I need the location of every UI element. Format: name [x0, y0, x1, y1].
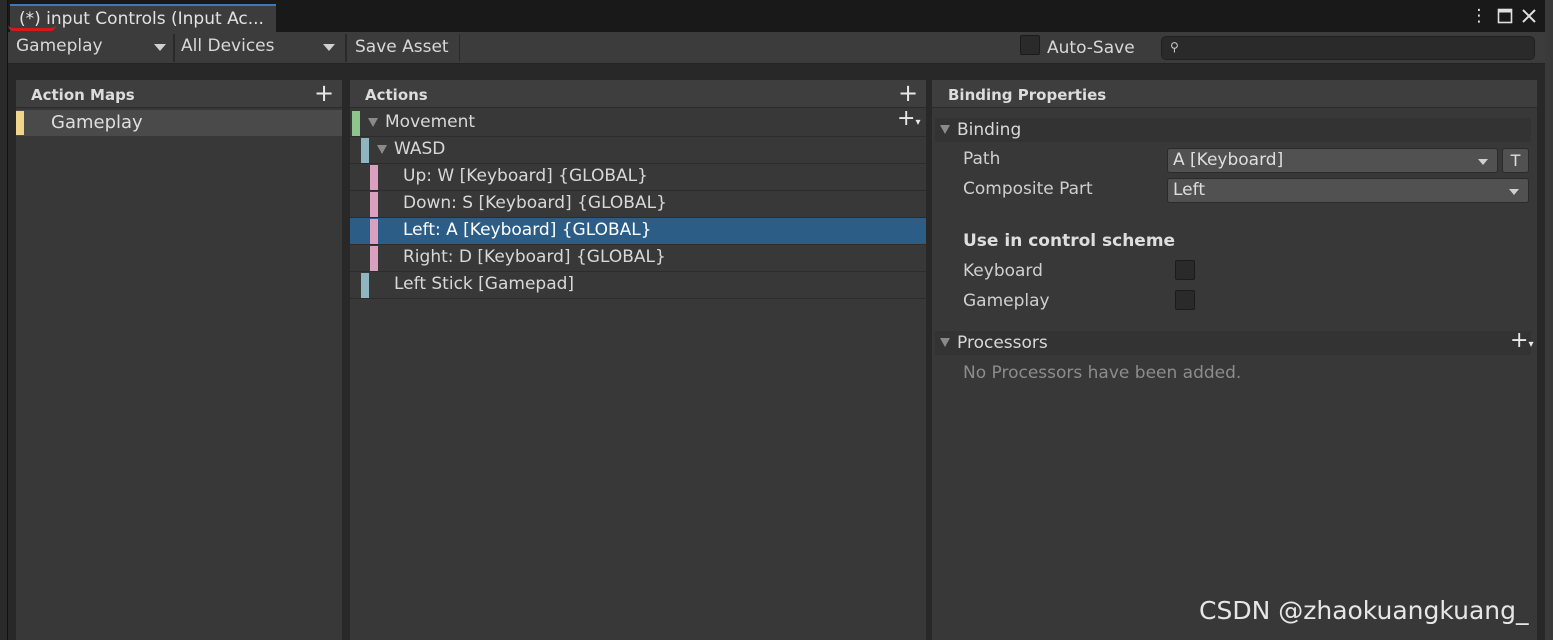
binding-row[interactable]: WASD [350, 137, 926, 164]
row-color-bar [370, 192, 378, 217]
row-color-bar [352, 111, 360, 136]
row-color-bar [370, 219, 378, 244]
action-map-dropdown-value: Gameplay [16, 36, 103, 56]
composite-part-dropdown[interactable]: Left [1167, 178, 1529, 203]
action-maps-panel: Action Maps + Gameplay [16, 80, 342, 640]
auto-save-checkbox[interactable] [1020, 35, 1040, 55]
chevron-down-icon [1509, 189, 1519, 195]
row-color-bar [361, 273, 369, 298]
action-row-label: Left Stick [Gamepad] [394, 274, 575, 294]
device-dropdown[interactable]: All Devices [175, 34, 341, 61]
actions-header: Actions + [350, 80, 926, 108]
row-color-bar [370, 246, 378, 271]
foldout-arrow-icon[interactable] [377, 145, 387, 154]
action-row-label: WASD [394, 139, 446, 159]
foldout-arrow-icon [940, 338, 950, 347]
chevron-down-icon [154, 44, 166, 51]
binding-row[interactable]: Left Stick [Gamepad] [350, 272, 926, 299]
action-map-item[interactable]: Gameplay [16, 110, 342, 136]
search-icon: ⚲ [1170, 40, 1179, 54]
add-processor-icon[interactable]: +▾ [1510, 328, 1533, 353]
path-label: Path [963, 149, 1001, 169]
action-row-label: Left: A [Keyboard] {GLOBAL} [403, 220, 652, 240]
binding-properties-header: Binding Properties [932, 80, 1537, 108]
action-row-label: Down: S [Keyboard] {GLOBAL} [403, 193, 667, 213]
add-action-icon[interactable]: + [898, 80, 918, 106]
action-maps-header: Action Maps + [16, 80, 342, 108]
search-input[interactable]: ⚲ [1161, 36, 1535, 60]
action-row[interactable]: Movement +▾ [350, 106, 926, 137]
scheme-checkbox-gameplay[interactable] [1175, 290, 1195, 310]
composite-part-row[interactable]: Down: S [Keyboard] {GLOBAL} [350, 191, 926, 218]
red-annotation-underline [8, 25, 56, 31]
processors-section-foldout[interactable]: Processors +▾ [935, 328, 1533, 355]
action-maps-title: Action Maps [31, 86, 135, 104]
action-map-color-bar [16, 111, 24, 135]
binding-section-label: Binding [957, 120, 1022, 140]
add-action-map-icon[interactable]: + [314, 80, 334, 106]
binding-section-foldout[interactable]: Binding [935, 118, 1531, 142]
text-mode-toggle-button[interactable]: T [1502, 148, 1529, 173]
composite-part-row[interactable]: Right: D [Keyboard] {GLOBAL} [350, 245, 926, 272]
actions-panel: Actions + Movement +▾ WASD Up: W [Keyboard]… [350, 80, 926, 640]
processors-section-label: Processors [957, 333, 1048, 353]
row-color-bar [370, 165, 378, 190]
input-actions-window: (*) input Controls (Input Ac... ⋮ Gamepl… [8, 0, 1545, 640]
foldout-arrow-icon [940, 125, 950, 134]
path-dropdown[interactable]: A [Keyboard] [1167, 148, 1498, 173]
composite-part-value: Left [1173, 180, 1205, 200]
tab-bar: (*) input Controls (Input Ac... ⋮ [8, 0, 1545, 32]
chevron-down-icon [323, 44, 335, 51]
actions-title: Actions [365, 86, 428, 104]
path-value: A [Keyboard] [1173, 150, 1284, 170]
toolbar-divider [345, 34, 347, 62]
kebab-menu-icon[interactable]: ⋮ [1468, 5, 1490, 27]
close-icon[interactable] [1518, 5, 1540, 27]
binding-properties-title: Binding Properties [948, 86, 1107, 104]
action-map-label: Gameplay [51, 112, 143, 133]
chevron-down-icon [1478, 159, 1488, 165]
scheme-label-keyboard: Keyboard [963, 261, 1043, 281]
right-edge-strip [1545, 0, 1553, 640]
foldout-arrow-icon[interactable] [368, 118, 378, 127]
save-asset-label: Save Asset [355, 37, 449, 57]
csdn-watermark: CSDN @zhaokuangkuang_ [1199, 596, 1529, 625]
add-binding-icon[interactable]: +▾ [897, 106, 920, 131]
control-scheme-title: Use in control scheme [963, 231, 1176, 251]
scheme-checkbox-keyboard[interactable] [1175, 260, 1195, 280]
action-row-label: Up: W [Keyboard] {GLOBAL} [403, 166, 648, 186]
action-map-dropdown[interactable]: Gameplay [10, 34, 172, 61]
processors-empty-message: No Processors have been added. [963, 363, 1242, 383]
action-row-label: Movement [385, 112, 476, 132]
left-edge-strip [0, 0, 8, 640]
scheme-label-gameplay: Gameplay [963, 291, 1050, 311]
composite-part-row[interactable]: Up: W [Keyboard] {GLOBAL} [350, 164, 926, 191]
device-dropdown-value: All Devices [181, 36, 275, 56]
auto-save-label: Auto-Save [1047, 38, 1135, 58]
save-asset-button[interactable]: Save Asset [348, 34, 460, 62]
composite-part-label: Composite Part [963, 179, 1093, 199]
maximize-icon[interactable] [1494, 5, 1516, 27]
action-row-label: Right: D [Keyboard] {GLOBAL} [403, 247, 666, 267]
binding-properties-panel: Binding Properties Binding Path A [Keybo… [932, 80, 1537, 640]
composite-part-row[interactable]: Left: A [Keyboard] {GLOBAL} [350, 218, 926, 245]
row-color-bar [361, 138, 369, 163]
